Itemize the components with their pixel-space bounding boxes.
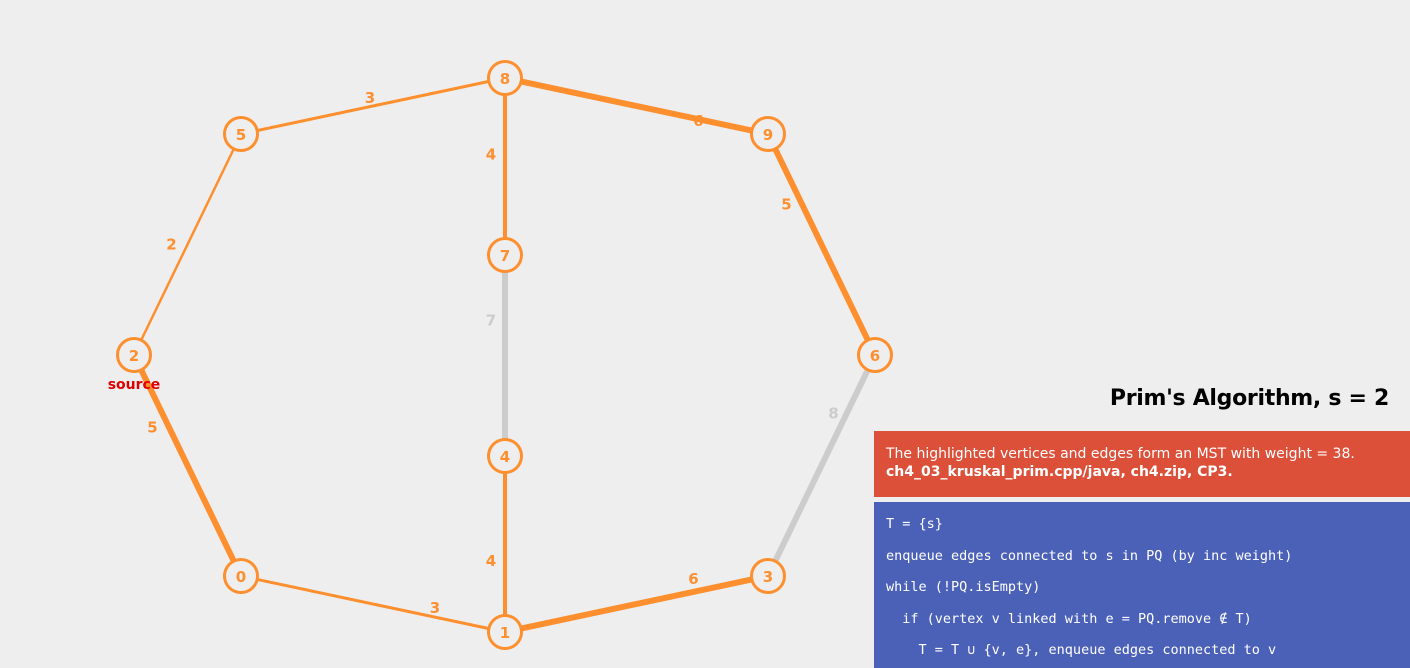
vertex-label: 5 — [236, 126, 246, 144]
edge-8-9 — [504, 75, 769, 137]
vertex-5[interactable]: 5 — [223, 116, 259, 152]
algorithm-title: Prim's Algorithm, s = 2 — [1109, 386, 1389, 411]
status-source-file: ch4_03_kruskal_prim.cpp/java, ch4.zip, C… — [886, 464, 1233, 480]
edge-2-5 — [132, 133, 243, 356]
vertex-7[interactable]: 7 — [487, 237, 523, 273]
vertex-label: 2 — [129, 347, 139, 365]
vertex-1[interactable]: 1 — [487, 614, 523, 650]
pseudocode-line: enqueue edges connected to s in PQ (by i… — [886, 547, 1293, 564]
vertex-label: 0 — [236, 568, 246, 586]
edge-weight-label: 8 — [828, 405, 838, 423]
vertex-9[interactable]: 9 — [750, 116, 786, 152]
vertex-4[interactable]: 4 — [487, 438, 523, 474]
vertex-label: 4 — [500, 448, 510, 466]
edge-weight-label: 3 — [365, 89, 375, 107]
vertex-2[interactable]: 2 — [116, 337, 152, 373]
vertex-0[interactable]: 0 — [223, 558, 259, 594]
edge-weight-label: 7 — [486, 312, 496, 330]
vertex-8[interactable]: 8 — [487, 60, 523, 96]
edge-1-3 — [504, 573, 769, 635]
vertex-label: 1 — [500, 624, 510, 642]
vertex-6[interactable]: 6 — [857, 337, 893, 373]
edge-0-1 — [240, 574, 506, 634]
vertex-label: 8 — [500, 70, 510, 88]
pseudocode-line: while (!PQ.isEmpty) — [886, 579, 1041, 595]
vertex-label: 3 — [763, 568, 773, 586]
edge-weight-label: 5 — [147, 419, 157, 437]
edge-weight-label: 5 — [781, 196, 791, 214]
edge-weight-label: 4 — [486, 146, 496, 164]
edge-9-6 — [765, 132, 878, 357]
pseudocode-line: T = {s} — [886, 516, 943, 532]
source-label: source — [108, 377, 161, 393]
pseudocode-line: if (vertex v linked with e = PQ.remove ∉… — [886, 610, 1252, 627]
edges-layer: 2 3 4 6 5 7 8 5 3 4 6 — [131, 75, 878, 635]
vertex-label: 7 — [500, 247, 510, 265]
vertex-3[interactable]: 3 — [750, 558, 786, 594]
vertex-label: 6 — [870, 347, 880, 365]
pseudocode-line: T = T ∪ {v, e}, enqueue edges connected … — [886, 642, 1277, 658]
edge-weight-label: 6 — [693, 112, 703, 130]
status-panel: The highlighted vertices and edges form … — [874, 431, 1410, 497]
vertex-label: 9 — [763, 126, 773, 144]
edge-6-3 — [765, 353, 878, 578]
edge-weight-label: 6 — [688, 570, 698, 588]
edge-weight-label: 2 — [166, 236, 176, 254]
edge-weight-label: 3 — [430, 599, 440, 617]
status-message: The highlighted vertices and edges form … — [886, 446, 1355, 462]
vertices-layer: 0 1 2 3 4 5 6 7 8 9 source — [108, 60, 893, 650]
edge-weight-label: 4 — [486, 552, 496, 570]
pseudocode-panel: T = {s} enqueue edges connected to s in … — [874, 502, 1410, 668]
